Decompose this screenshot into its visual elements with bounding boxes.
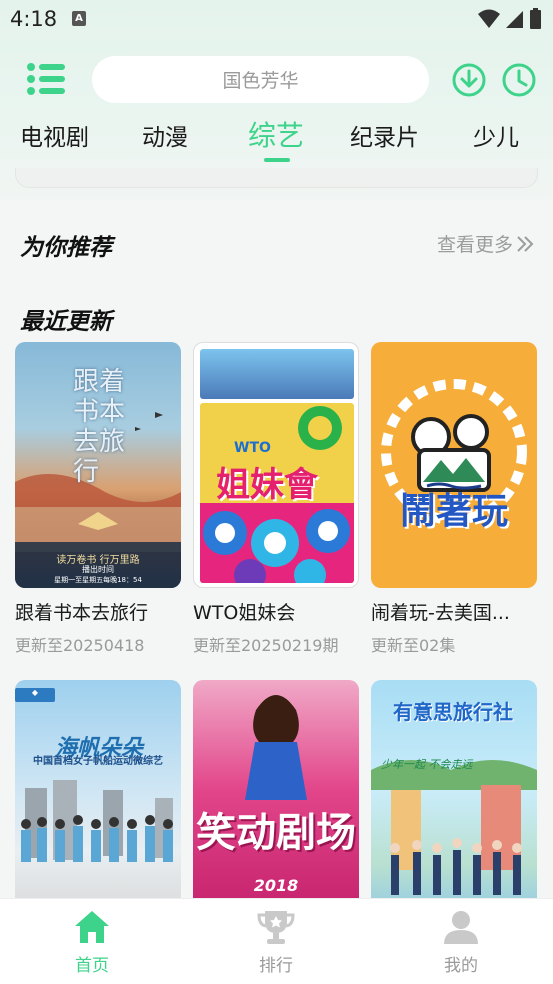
poster-art	[381, 379, 527, 525]
channel-logo: ◆	[15, 688, 55, 702]
poster-cast-strip	[200, 349, 354, 399]
show-update-status: 更新至20250418	[15, 636, 145, 655]
nav-ranking[interactable]: 排行	[236, 909, 316, 976]
menu-button[interactable]	[26, 62, 66, 96]
tab-kids[interactable]: 少儿	[473, 118, 519, 152]
show-card[interactable]: 有意思旅行社 少年一起 不会走远	[371, 680, 537, 926]
show-poster: ◆ 海帆朵朵 中国首档女子帆船运动微综艺	[15, 680, 181, 926]
wifi-icon	[478, 9, 500, 28]
list-icon	[27, 63, 65, 95]
show-card[interactable]: ◆ 海帆朵朵 中国首档女子帆船运动微综艺	[15, 680, 181, 926]
status-time: 4:18	[10, 7, 58, 31]
show-poster: WTO 姐妹會	[193, 342, 359, 588]
clock-icon	[502, 63, 536, 97]
notification-icon: A	[72, 11, 86, 26]
home-icon	[75, 911, 109, 943]
show-card[interactable]: WTO 姐妹會 WTO姐妹会 更新至20250219期	[193, 342, 359, 656]
recent-title: 最近更新	[20, 309, 112, 335]
download-icon	[452, 63, 486, 97]
poster-caption-3: 星期一至星期五每晚18：54	[54, 576, 142, 584]
show-title: 跟着书本去旅行	[15, 602, 149, 624]
poster-caption: 中国首档女子帆船运动微综艺	[33, 756, 163, 767]
search-placeholder: 国色芳华	[222, 70, 299, 92]
battery-icon	[530, 8, 541, 29]
show-poster: 笑动剧场 2018	[193, 680, 359, 926]
signal-icon	[506, 10, 523, 28]
tab-anime[interactable]: 动漫	[142, 118, 188, 152]
view-more-label: 查看更多	[436, 234, 513, 256]
nav-mine-label: 我的	[444, 956, 478, 976]
show-card[interactable]: 笑动剧场 2018	[193, 680, 359, 926]
show-poster: 有意思旅行社 少年一起 不会走远	[371, 680, 537, 926]
show-update-status: 更新至02集	[371, 636, 456, 655]
active-tab-indicator	[264, 158, 290, 162]
search-input[interactable]: 国色芳华	[92, 56, 429, 103]
poster-year: 2018	[253, 876, 299, 895]
poster-art	[21, 780, 173, 862]
show-update-status: 更新至20250219期	[193, 636, 339, 655]
status-icons	[478, 8, 541, 29]
poster-title: 姐妹會	[216, 465, 318, 505]
view-more-link[interactable]: 查看更多	[437, 230, 535, 257]
tab-tv[interactable]: 电视剧	[20, 118, 89, 152]
history-button[interactable]	[502, 63, 536, 97]
poster-caption-2: 播出时间	[82, 565, 114, 574]
double-chevron-right-icon	[517, 235, 534, 252]
show-poster: 跟着书本去旅行 读万卷书 行万里路 播出时间 星期一至星期五每晚18：54	[15, 342, 181, 588]
show-card[interactable]: 跟着书本去旅行 读万卷书 行万里路 播出时间 星期一至星期五每晚18：54 跟着…	[15, 342, 181, 656]
user-icon	[444, 911, 478, 944]
poster-title: 跟着书本去旅行	[73, 367, 126, 487]
download-button[interactable]	[452, 63, 486, 97]
nav-home[interactable]: 首页	[52, 909, 132, 976]
poster-title: 有意思旅行社	[393, 700, 513, 724]
show-poster: 鬧著玩	[371, 342, 537, 588]
nav-mine[interactable]: 我的	[421, 909, 501, 976]
poster-title: 鬧著玩	[399, 491, 508, 532]
trophy-icon	[257, 911, 295, 944]
poster-title: 笑动剧场	[196, 810, 356, 856]
category-tabs: 电视剧 动漫 综艺 纪录片 少儿	[0, 118, 553, 164]
show-title: WTO姐妹会	[193, 602, 296, 624]
tab-documentary[interactable]: 纪录片	[350, 118, 419, 152]
tab-variety[interactable]: 综艺	[248, 114, 304, 154]
nav-home-label: 首页	[75, 956, 109, 976]
poster-wto: WTO	[234, 440, 271, 456]
show-card[interactable]: 鬧著玩 闹着玩-去美国... 更新至02集	[371, 342, 537, 656]
bottom-navigation: 首页 排行 我的	[0, 898, 553, 984]
nav-ranking-label: 排行	[259, 956, 293, 976]
banner-carousel[interactable]	[15, 168, 538, 188]
recommend-title: 为你推荐	[20, 235, 112, 261]
top-header: 国色芳华	[0, 54, 553, 106]
status-bar: 4:18 A	[0, 0, 553, 38]
poster-caption: 少年一起 不会走远	[381, 758, 473, 771]
show-title: 闹着玩-去美国...	[371, 602, 510, 624]
